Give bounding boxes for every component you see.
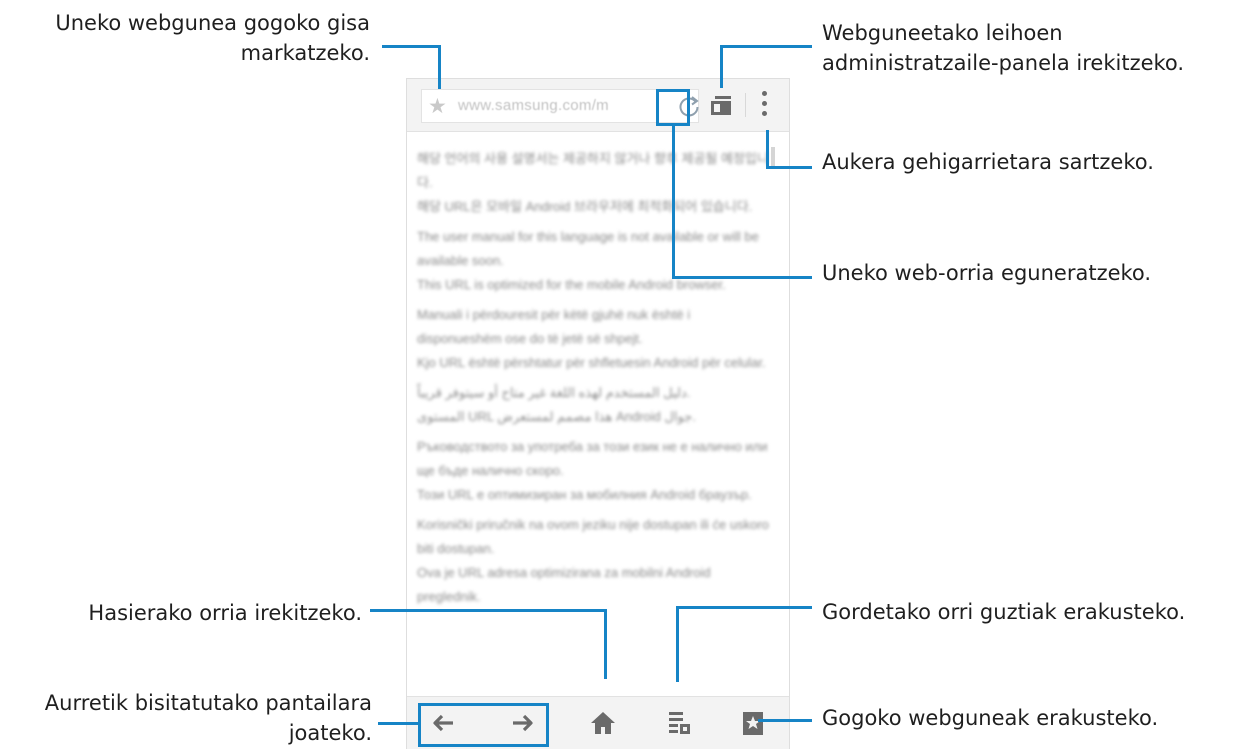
- callout-windows: Webguneetako leihoen administratzaile-pa…: [822, 21, 1185, 75]
- callout-bookmarks: Gogoko webguneak erakusteko.: [822, 706, 1159, 730]
- url-text[interactable]: www.samsung.com/m: [458, 97, 668, 114]
- leader-bookmark-h: [382, 45, 441, 48]
- scrollbar[interactable]: [771, 147, 775, 167]
- content-line: Ръководството за употреба за този език н…: [417, 439, 768, 478]
- home-icon[interactable]: [587, 707, 619, 739]
- leader-windows-v: [720, 45, 723, 88]
- browser-screen: ★ www.samsung.com/m 해당 언어의 사용 설명서는 제공하지 …: [406, 78, 790, 749]
- callout-saved: Gordetako orri guztiak erakusteko.: [822, 600, 1186, 624]
- leader-navigate-h: [378, 722, 418, 725]
- content-line: المستوى URL هذا مصمم لمستعرض Android جوا…: [417, 409, 696, 424]
- content-line: Kjo URL është përshtatur për shfletuesin…: [417, 355, 766, 370]
- more-options-icon[interactable]: [757, 89, 771, 123]
- highlight-navigation: [418, 703, 549, 747]
- leader-home-h: [370, 609, 607, 612]
- bookmarks-icon[interactable]: [737, 707, 769, 739]
- browser-toolbar: ★ www.samsung.com/m: [407, 79, 789, 132]
- content-line: 해당 URL은 모바일 Android 브라우저에 최적화되어 있습니다.: [417, 199, 753, 214]
- page-content: 해당 언어의 사용 설명서는 제공하지 않거나 향후 제공될 예정입니다. 해당 …: [417, 147, 773, 615]
- leader-saved-h: [676, 606, 812, 609]
- leader-refresh-v: [672, 126, 675, 279]
- leader-saved-v: [676, 606, 679, 682]
- content-line: Manuali i përdouresit për këtë gjuhë nuk…: [417, 307, 691, 346]
- leader-refresh-h: [672, 276, 812, 279]
- content-line: The user manual for this language is not…: [417, 229, 759, 268]
- callout-refresh: Uneko web-orria eguneratzeko.: [822, 261, 1152, 285]
- callout-navigate: Aurretik bisitatutako pantailara joateko…: [44, 691, 372, 745]
- leader-more-h: [766, 166, 812, 169]
- highlight-refresh: [656, 89, 690, 126]
- content-line: 해당 언어의 사용 설명서는 제공하지 않거나 향후 제공될 예정입니다.: [417, 151, 769, 190]
- windows-icon[interactable]: [709, 93, 735, 119]
- leader-home-v: [604, 609, 607, 679]
- callout-more: Aukera gehigarrietara sartzeko.: [822, 150, 1154, 174]
- saved-pages-icon[interactable]: [663, 707, 695, 739]
- leader-bookmark-v: [438, 45, 441, 89]
- callout-bookmark: Uneko webgunea gogoko gisa markatzeko.: [55, 11, 370, 65]
- content-line: Ova je URL adresa optimizirana za mobiln…: [417, 565, 711, 604]
- content-line: Korisnički priručnik na ovom jeziku nije…: [417, 517, 769, 556]
- callout-home: Hasierako orria irekitzeko.: [88, 601, 362, 625]
- content-line: Този URL е оптимизиран за мобилния Andro…: [417, 487, 752, 502]
- leader-windows-h: [720, 45, 812, 48]
- leader-bookmarks-h: [758, 719, 812, 722]
- leader-more-v: [766, 130, 769, 169]
- content-line: This URL is optimized for the mobile And…: [417, 277, 726, 292]
- star-icon[interactable]: ★: [428, 94, 447, 118]
- toolbar-divider: [745, 93, 746, 117]
- content-line: دليل المستخدم لهذه اللغة غير متاح أو سيت…: [417, 385, 691, 400]
